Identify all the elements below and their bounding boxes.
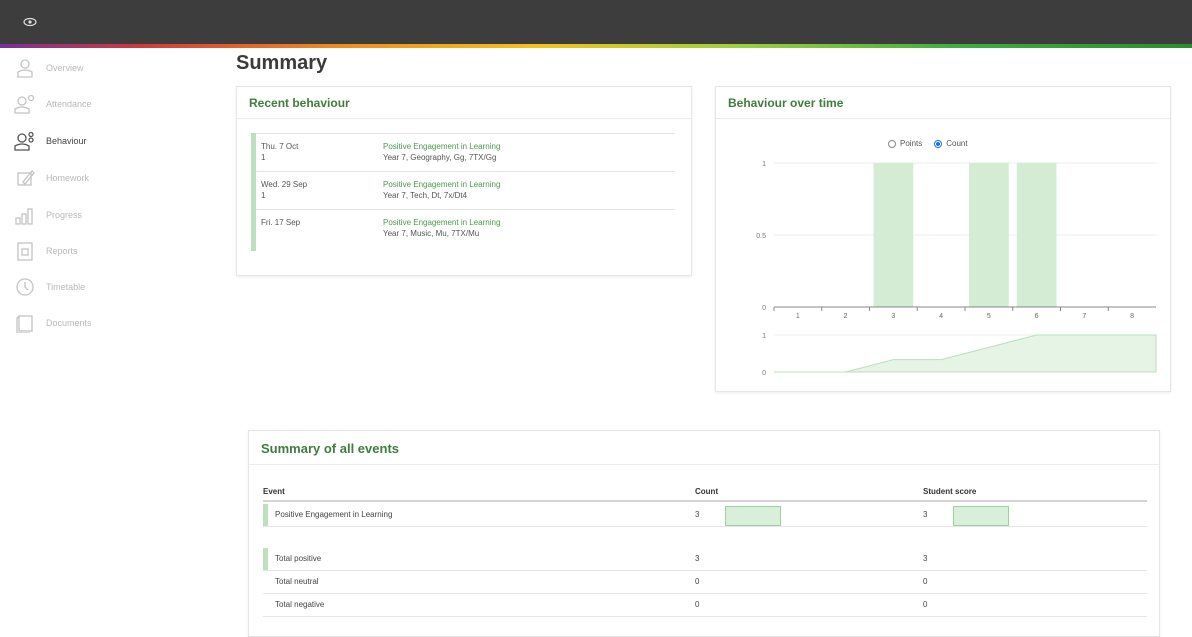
sidebar-item-progress[interactable]: Progress: [12, 201, 192, 229]
total-count: 0: [695, 600, 700, 609]
count-bar: [725, 506, 781, 526]
sidebar-item-timetable[interactable]: Timetable: [12, 273, 192, 301]
behaviour-chart: 0 0.5 1 1 2 3 4 5 6 7 8 0 1: [756, 161, 1157, 377]
table-row[interactable]: Positive Engagement in Learning 3 3: [263, 504, 1147, 527]
sidebar-item-reports[interactable]: Reports: [12, 237, 192, 265]
x-tick-label: 5: [987, 313, 991, 320]
total-label: Total positive: [275, 554, 322, 563]
sidebar-item-label: Progress: [46, 210, 83, 220]
event-count: 3: [695, 510, 700, 519]
event-type: Positive Engagement in Learning: [383, 218, 501, 227]
event-type: Positive Engagement in Learning: [383, 142, 501, 151]
positive-indicator-bar: [263, 504, 268, 526]
accent-stripe: [0, 44, 1192, 48]
y-tick-label: 0.5: [756, 233, 766, 240]
total-score: 0: [923, 600, 928, 609]
event-type: Positive Engagement in Learning: [383, 180, 501, 189]
event-points: 1: [261, 191, 266, 200]
table-row: Total neutral 0 0: [263, 571, 1147, 594]
behaviour-over-time-title: Behaviour over time: [716, 87, 1170, 119]
positive-indicator-bar: [263, 548, 268, 570]
x-tick-label: 1: [796, 313, 800, 320]
x-tick-label: 6: [1035, 313, 1039, 320]
pencil-book-icon: [12, 165, 38, 191]
sidebar-item-label: Homework: [46, 173, 90, 183]
total-count: 3: [695, 554, 700, 563]
report-icon: [12, 238, 38, 264]
x-tick-label: 8: [1130, 313, 1134, 320]
sidebar-item-label: Reports: [46, 246, 78, 256]
total-count: 0: [695, 577, 700, 586]
sidebar-item-homework[interactable]: Homework: [12, 164, 192, 192]
y-tick-label: 1: [762, 161, 766, 168]
x-tick-label: 7: [1082, 313, 1086, 320]
sidebar-item-behaviour[interactable]: Behaviour: [12, 127, 192, 155]
sidebar-item-label: Documents: [46, 318, 92, 328]
table-row: Total negative 0 0: [263, 594, 1147, 617]
navigator-area: [774, 334, 1157, 373]
sidebar-item-label: Attendance: [46, 99, 92, 109]
event-date: Thu. 7 Oct: [261, 142, 299, 151]
event-points: 1: [261, 153, 266, 162]
sidebar-item-documents[interactable]: Documents: [12, 309, 192, 337]
person-check-icon: [12, 91, 38, 117]
document-icon: [12, 310, 38, 336]
summary-title: Summary of all events: [249, 431, 1159, 465]
sidebar-item-label: Overview: [46, 63, 84, 73]
page-title: Summary: [236, 52, 328, 74]
event-detail: Year 7, Tech, Dt, 7x/Dt4: [383, 191, 468, 200]
sidebar-item-overview[interactable]: Overview: [12, 54, 192, 82]
navigator-y-tick-label: 0: [762, 370, 766, 377]
col-count-header: Count: [695, 487, 719, 496]
chart-bar: [1016, 163, 1057, 307]
summary-card: Summary of all events Event Count Studen…: [248, 430, 1160, 637]
list-item[interactable]: Wed. 29 Sep 1 Positive Engagement in Lea…: [256, 171, 675, 209]
event-detail: Year 7, Music, Mu, 7TX/Mu: [383, 229, 480, 238]
event-date: Fri. 17 Sep: [261, 218, 301, 227]
x-tick-label: 2: [844, 313, 848, 320]
table-header: Event Count Student score: [263, 483, 1147, 502]
event-date: Wed. 29 Sep: [261, 180, 308, 189]
table-row: Total positive 3 3: [263, 548, 1147, 571]
sidebar-item-label: Behaviour: [46, 136, 87, 146]
total-score: 0: [923, 577, 928, 586]
top-bar: [0, 0, 1192, 44]
behaviour-over-time-card: Behaviour over time Points Count 0 0.5 1 1 2…: [715, 86, 1171, 392]
y-tick-label: 0: [762, 305, 766, 312]
person-swap-icon: [12, 128, 38, 154]
col-event-header: Event: [263, 487, 285, 496]
chart-bar: [873, 163, 914, 307]
event-detail: Year 7, Geography, Gg, 7TX/Gg: [383, 153, 497, 162]
sidebar-item-label: Timetable: [46, 282, 86, 292]
eye-icon[interactable]: [22, 15, 38, 29]
person-icon: [12, 55, 38, 81]
list-item[interactable]: Fri. 17 Sep Positive Engagement in Learn…: [256, 209, 675, 247]
x-tick-label: 4: [939, 313, 943, 320]
x-tick-label: 3: [891, 313, 895, 320]
score-bar: [953, 506, 1009, 526]
navigator-y-tick-label: 1: [762, 333, 766, 340]
bar-chart-icon: [12, 202, 38, 228]
total-score: 3: [923, 554, 928, 563]
recent-behaviour-card: Recent behaviour Thu. 7 Oct 1 Positive E…: [236, 86, 692, 276]
col-score-header: Student score: [923, 487, 977, 496]
list-item[interactable]: Thu. 7 Oct 1 Positive Engagement in Lear…: [256, 133, 675, 171]
total-label: Total negative: [275, 600, 325, 609]
event-score: 3: [923, 510, 928, 519]
recent-behaviour-title: Recent behaviour: [237, 87, 691, 119]
chart-bar: [969, 163, 1009, 307]
sidebar-item-attendance[interactable]: Attendance: [12, 90, 192, 118]
total-label: Total neutral: [275, 577, 319, 586]
event-name: Positive Engagement in Learning: [275, 510, 393, 519]
clock-icon: [12, 274, 38, 300]
